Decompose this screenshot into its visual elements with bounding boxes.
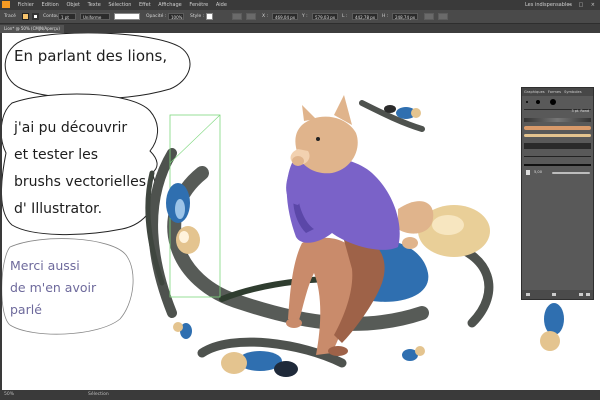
brush-line-7[interactable]: [524, 159, 591, 166]
control-bar: Tracé Contour : 1 pt Uniforme Opacité : …: [0, 10, 600, 24]
panel-bottom-bar: [522, 290, 593, 299]
brush-line-5[interactable]: [524, 143, 591, 149]
document-tab-bar: Lion* @ 50% (CMJN/Aperçu): [0, 24, 600, 33]
brush-name-label: 3 pt. Rond: [571, 109, 589, 113]
panel-options-icon[interactable]: [552, 293, 556, 296]
h-label: H :: [382, 14, 389, 19]
panel-tabs: Graphiques Formes Symboles: [522, 88, 593, 96]
menu-file[interactable]: Fichier: [18, 0, 34, 10]
menu-object[interactable]: Objet: [66, 0, 80, 10]
menu-window[interactable]: Fenêtre: [189, 0, 208, 10]
height-input[interactable]: 248,74 px: [392, 13, 418, 20]
bubble-middle-line-2: et tester les: [14, 147, 99, 163]
bubble-top-text: En parlant des lions,: [14, 47, 168, 65]
opacity-input[interactable]: 100%: [168, 13, 184, 20]
speech-bubble-top: [4, 33, 191, 100]
brush-size-value: 5,00: [534, 170, 543, 174]
recolor-button[interactable]: [438, 13, 448, 20]
selection-path: [169, 114, 221, 164]
isolate-button[interactable]: [424, 13, 434, 20]
brush-line-6[interactable]: [524, 152, 591, 157]
width-input[interactable]: 442,78 px: [352, 13, 378, 20]
bubble-bottom-text: Merci aussi de m'en avoir parlé: [10, 255, 96, 321]
menu-help[interactable]: Aide: [216, 0, 227, 10]
fill-swatch[interactable]: [22, 13, 29, 20]
menu-view[interactable]: Affichage: [158, 0, 182, 10]
bubble-middle-line-4: d' Illustrator.: [14, 201, 103, 217]
brush-stroke-preview: [552, 172, 590, 174]
bubble-middle-line-3: brushs vectorielles: [14, 174, 147, 190]
brush-icon: [526, 170, 530, 175]
style-label: Style :: [190, 14, 205, 19]
bubble-middle-line-1: j'ai pu découvrir: [14, 120, 128, 136]
panel-tab-symbols[interactable]: Symboles: [564, 90, 581, 94]
workspace-switcher[interactable]: Les indispensables: [525, 0, 572, 10]
menu-bar: Fichier Edition Objet Texte Sélection Ef…: [0, 0, 600, 10]
status-tool-label: Sélection: [88, 392, 109, 397]
brush-dot-medium-icon[interactable]: [536, 100, 540, 104]
panel-new-icon[interactable]: [579, 293, 583, 296]
document-tab[interactable]: Lion* @ 50% (CMJN/Aperçu): [0, 25, 64, 33]
transform-button[interactable]: [246, 13, 256, 20]
y-label: Y :: [302, 14, 308, 19]
brush-line-1[interactable]: 3 pt. Rond: [524, 109, 591, 115]
bulb-decoration-right: [540, 303, 564, 351]
brush-size-row[interactable]: 5,00: [524, 168, 591, 178]
brush-dot-small-icon[interactable]: [526, 101, 528, 103]
menu-effect[interactable]: Effet: [139, 0, 151, 10]
variable-width-profile[interactable]: Uniforme: [80, 13, 110, 20]
bubble-bottom-line-1: Merci aussi: [10, 258, 80, 273]
menu-select[interactable]: Sélection: [108, 0, 131, 10]
panel-delete-icon[interactable]: [586, 293, 590, 296]
window-controls[interactable]: – □ ×: [568, 0, 598, 10]
brush-line-3[interactable]: [524, 126, 591, 130]
x-label: X :: [262, 14, 269, 19]
bulb-decoration-bottom: [221, 351, 298, 377]
brush-line-2[interactable]: [524, 118, 591, 122]
graphic-style-swatch[interactable]: [206, 13, 213, 20]
bubble-bottom-line-3: parlé: [10, 302, 42, 317]
bulb-decoration-bottom-right: [402, 346, 425, 361]
panel-tab-graphics[interactable]: Graphiques: [524, 90, 545, 94]
selection-type-label: Tracé: [4, 14, 16, 19]
bubble-middle-text: j'ai pu découvrir et tester les brushs v…: [14, 115, 146, 223]
brush-line-4[interactable]: [524, 134, 591, 137]
artboard-canvas[interactable]: En parlant des lions, j'ai pu découvrir …: [2, 33, 600, 390]
cushion-highlight: [432, 215, 464, 235]
panel-tab-shapes[interactable]: Formes: [548, 90, 561, 94]
stroke-swatch[interactable]: [32, 13, 39, 20]
brush-dots-row: [524, 98, 591, 106]
y-input[interactable]: 579,03 px: [312, 13, 338, 20]
align-button[interactable]: [232, 13, 242, 20]
stroke-weight-input[interactable]: 1 pt: [58, 13, 76, 20]
opacity-label: Opacité :: [146, 14, 167, 19]
w-label: L :: [342, 14, 348, 19]
menu-edit[interactable]: Edition: [42, 0, 59, 10]
status-bar: 50% Sélection: [0, 390, 600, 400]
panel-library-icon[interactable]: [526, 293, 530, 296]
menu-text[interactable]: Texte: [88, 0, 101, 10]
illustrator-logo-icon: [2, 1, 10, 8]
bubble-bottom-line-2: de m'en avoir: [10, 280, 97, 295]
bulb-decoration-bottom-left: [173, 322, 192, 339]
zoom-level[interactable]: 50%: [4, 390, 14, 400]
brushes-panel[interactable]: Graphiques Formes Symboles 3 pt. Rond 5,…: [521, 87, 594, 300]
brush-dot-large-icon[interactable]: [550, 99, 556, 105]
x-input[interactable]: 469,04 px: [272, 13, 298, 20]
brush-definition[interactable]: [114, 13, 140, 20]
